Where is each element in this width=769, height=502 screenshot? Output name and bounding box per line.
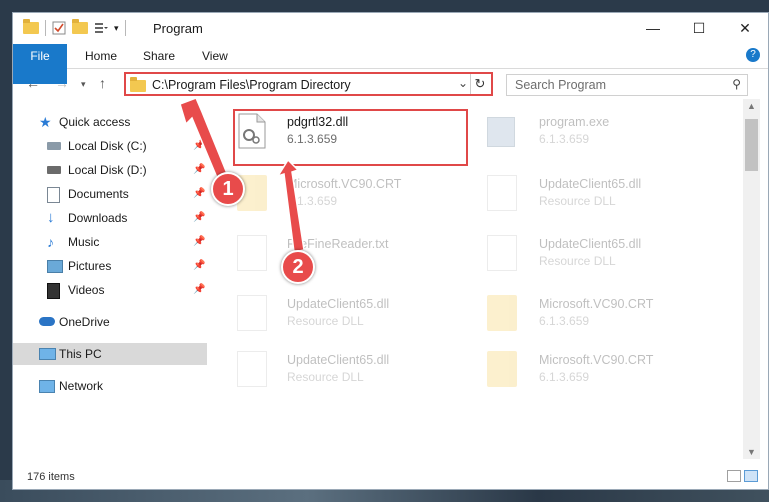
arrow-to-address-bar	[179, 97, 229, 181]
annotation-arrows	[179, 97, 305, 253]
arrow-to-file	[276, 158, 305, 253]
callout-step-2: 2	[281, 250, 315, 284]
callout-step-1: 1	[211, 172, 245, 206]
